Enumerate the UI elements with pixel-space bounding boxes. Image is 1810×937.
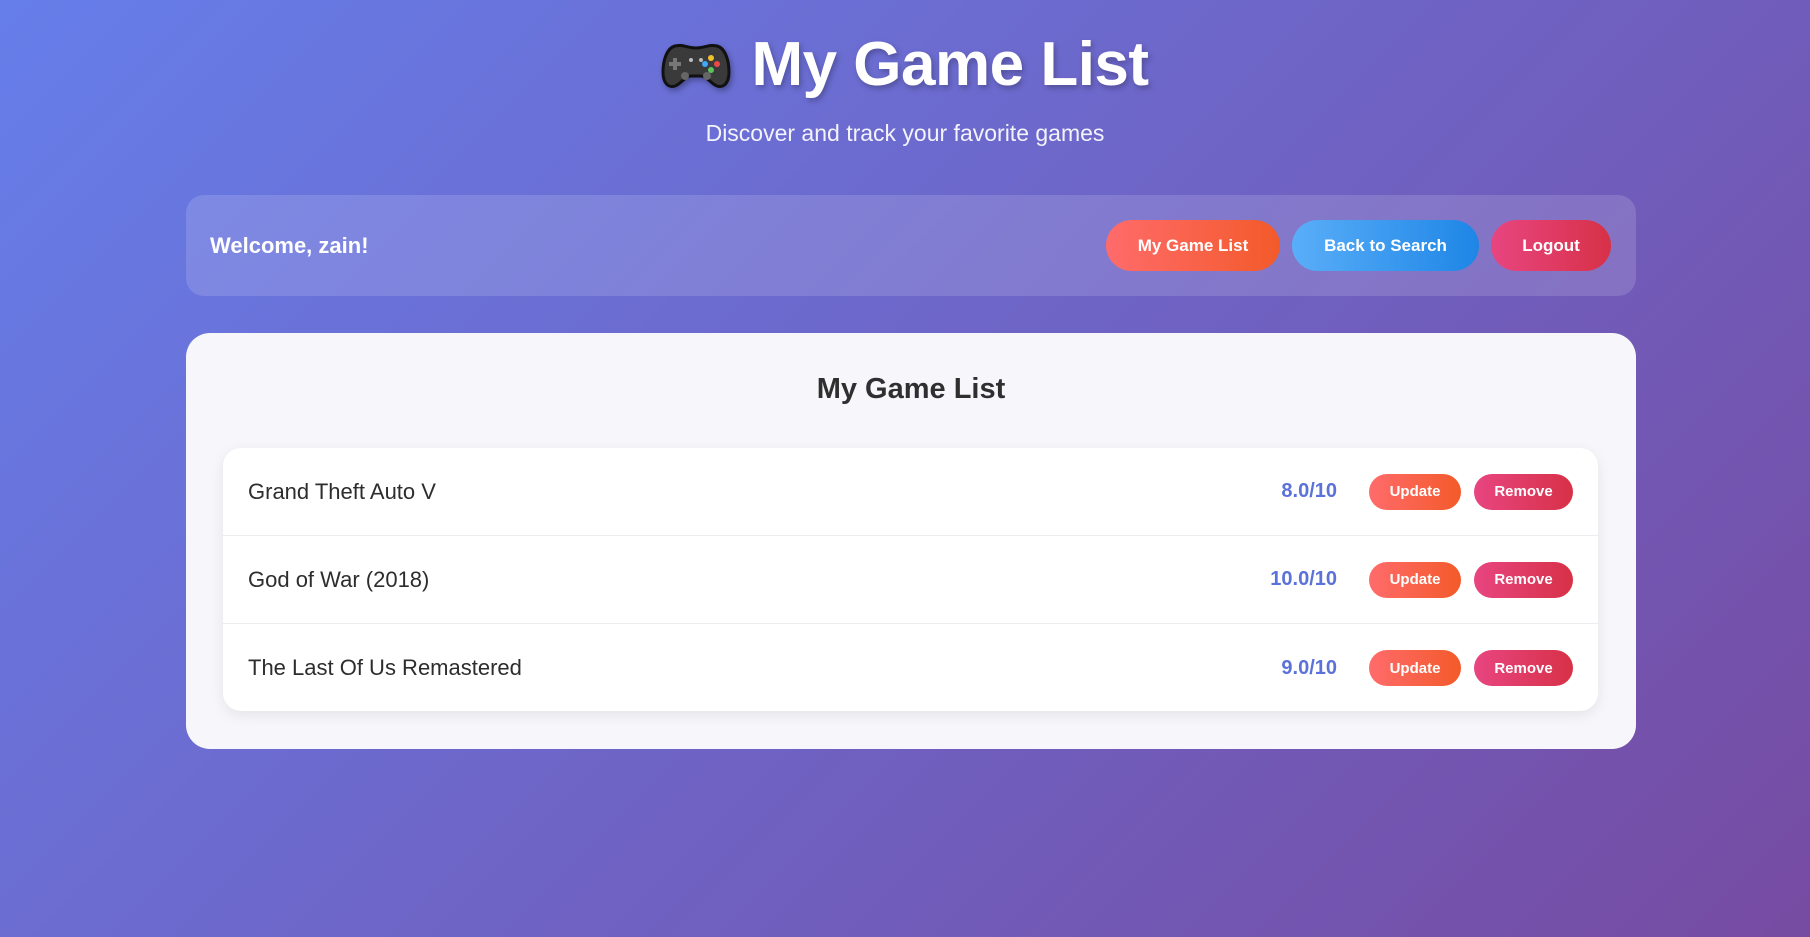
logout-button[interactable]: Logout bbox=[1491, 220, 1611, 271]
game-rating: 8.0/10 bbox=[1281, 480, 1337, 502]
update-button[interactable]: Update bbox=[1369, 650, 1461, 686]
title-row: My Game List bbox=[0, 28, 1810, 100]
back-to-search-button[interactable]: Back to Search bbox=[1292, 220, 1479, 271]
remove-button[interactable]: Remove bbox=[1474, 561, 1573, 598]
gamepad-icon bbox=[661, 43, 731, 88]
game-name: Grand Theft Auto V bbox=[248, 478, 436, 504]
game-name: God of War (2018) bbox=[248, 566, 430, 592]
game-rating: 9.0/10 bbox=[1281, 656, 1337, 679]
list-item: Grand Theft Auto V 8.0/10 Update Remove bbox=[223, 448, 1598, 536]
page-subtitle: Discover and track your favorite games bbox=[705, 120, 1105, 146]
page-header: My Game List Discover and track your fav… bbox=[0, 28, 1810, 147]
game-rating: 10.0/10 bbox=[1270, 568, 1337, 590]
nav-buttons: My Game List Back to Search Logout bbox=[1106, 220, 1611, 271]
list-item: The Last Of Us Remastered 9.0/10 Update … bbox=[223, 624, 1598, 711]
list-item: God of War (2018) 10.0/10 Update Remove bbox=[223, 536, 1598, 624]
update-button[interactable]: Update bbox=[1369, 561, 1461, 598]
remove-button[interactable]: Remove bbox=[1474, 473, 1573, 510]
game-name: The Last Of Us Remastered bbox=[248, 655, 522, 680]
my-game-list-button[interactable]: My Game List bbox=[1106, 220, 1280, 271]
section-title: My Game List bbox=[816, 373, 1006, 405]
welcome-message: Welcome, zain! bbox=[210, 232, 369, 258]
page-title: My Game List bbox=[751, 29, 1149, 99]
update-button[interactable]: Update bbox=[1369, 473, 1461, 510]
remove-button[interactable]: Remove bbox=[1474, 650, 1573, 686]
nav-bar: Welcome, zain! My Game List Back to Sear… bbox=[186, 195, 1636, 296]
game-list: Grand Theft Auto V 8.0/10 Update Remove … bbox=[223, 448, 1598, 711]
game-list-card: My Game List Grand Theft Auto V 8.0/10 U… bbox=[186, 333, 1636, 749]
